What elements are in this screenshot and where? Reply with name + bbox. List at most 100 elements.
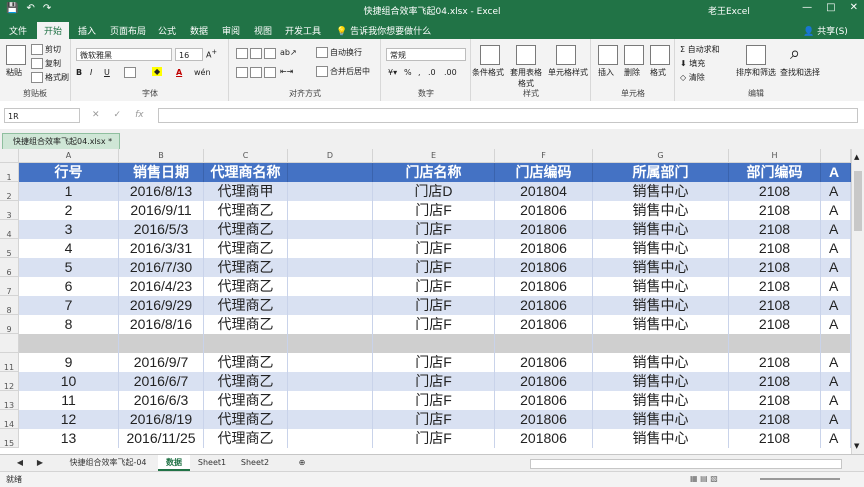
magnifier-icon[interactable]: ⌕ [790,43,800,64]
table-cell[interactable]: 门店F [373,353,495,372]
table-cell[interactable] [729,334,821,353]
tab-insert[interactable]: 插入 [78,24,96,37]
column-header-e[interactable]: E [373,149,495,163]
name-box[interactable]: 1R [4,108,80,123]
insert-cells-icon[interactable] [598,45,618,65]
table-cell[interactable]: 201806 [495,239,593,258]
table-cell[interactable]: 门店F [373,391,495,410]
sort-filter-button[interactable]: 排序和筛选 [736,67,776,78]
table-cell[interactable]: 代理商乙 [204,372,288,391]
table-cell[interactable]: 2016/4/23 [119,277,204,296]
table-cell[interactable]: 门店D [373,182,495,201]
table-cell[interactable] [204,334,288,353]
table-cell[interactable]: 销售中心 [593,391,729,410]
table-cell[interactable]: A [821,353,851,372]
formula-input[interactable] [158,108,858,123]
table-cell[interactable]: 2 [19,201,119,220]
insert-function-icon[interactable]: fx [135,110,144,120]
table-cell[interactable]: 2108 [729,353,821,372]
table-cell[interactable]: 2016/9/29 [119,296,204,315]
table-cell[interactable]: 12 [19,410,119,429]
table-cell[interactable]: 201806 [495,201,593,220]
row-header[interactable]: 11 [0,353,19,372]
column-header-d[interactable]: D [288,149,373,163]
indent-icon[interactable]: ⇤⇥ [280,67,293,76]
table-cell[interactable]: A [821,410,851,429]
share-button[interactable]: 👤 共享(S) [803,24,848,37]
table-cell[interactable]: A [821,201,851,220]
tab-view[interactable]: 视图 [254,24,272,37]
table-cell[interactable]: 2016/3/31 [119,239,204,258]
delete-cells-icon[interactable] [624,45,644,65]
grow-font-icon[interactable]: A+ [206,48,217,60]
borders-icon[interactable] [124,67,138,78]
table-cell[interactable]: 销售中心 [593,277,729,296]
header-cell[interactable]: 销售日期 [119,163,204,182]
table-cell[interactable] [288,334,373,353]
zoom-slider[interactable] [760,478,840,480]
percent-button[interactable]: % [404,68,412,77]
table-cell[interactable]: 销售中心 [593,410,729,429]
table-cell[interactable]: 销售中心 [593,182,729,201]
merge-center-button[interactable]: 合并后居中 [316,66,370,77]
tab-page-layout[interactable]: 页面布局 [110,24,146,37]
underline-button[interactable]: U [104,68,110,77]
table-cell[interactable]: 代理商乙 [204,239,288,258]
table-cell[interactable] [288,220,373,239]
table-cell[interactable]: 8 [19,315,119,334]
table-cell[interactable] [288,391,373,410]
table-cell[interactable]: 2108 [729,182,821,201]
table-cell[interactable]: 2016/9/11 [119,201,204,220]
header-cell[interactable]: 部门编码 [729,163,821,182]
sheet-tab-sheet1[interactable]: Sheet1 [192,455,232,471]
sheet-tab-data[interactable]: 数据 [158,455,190,471]
phonetic-button[interactable]: wén [194,68,211,77]
column-header-f[interactable]: F [495,149,593,163]
table-cell[interactable] [821,334,851,353]
increase-decimal-button[interactable]: .0 [428,68,436,77]
header-cell[interactable] [288,163,373,182]
table-cell[interactable]: 销售中心 [593,201,729,220]
table-cell[interactable]: 201806 [495,372,593,391]
cell-styles-icon[interactable] [556,45,576,65]
table-cell[interactable]: 7 [19,296,119,315]
format-cells-icon[interactable] [650,45,670,65]
font-color-button[interactable]: A [176,68,182,77]
fill-color-icon[interactable]: ◆ [152,67,163,76]
table-cell[interactable]: 201806 [495,353,593,372]
bold-button[interactable]: B [76,68,82,77]
table-cell[interactable]: 销售中心 [593,353,729,372]
table-cell[interactable]: 2108 [729,391,821,410]
table-cell[interactable]: 2016/7/30 [119,258,204,277]
sheet-nav-right-icon[interactable]: ▶ [34,455,46,471]
table-cell[interactable]: 2108 [729,258,821,277]
wrap-text-button[interactable]: 自动换行 [316,47,362,58]
column-header-a[interactable]: A [19,149,119,163]
row-header[interactable]: 3 [0,201,19,220]
scroll-thumb[interactable] [854,171,862,231]
user-name[interactable]: 老王Excel [708,4,750,17]
table-cell[interactable]: 1 [19,182,119,201]
table-cell[interactable]: 2108 [729,315,821,334]
table-cell[interactable]: 2108 [729,410,821,429]
table-cell[interactable]: 销售中心 [593,372,729,391]
table-cell[interactable]: 代理商乙 [204,220,288,239]
table-cell[interactable] [288,201,373,220]
conditional-format-icon[interactable] [480,45,500,65]
header-cell[interactable]: 门店编码 [495,163,593,182]
table-cell[interactable]: 代理商乙 [204,391,288,410]
table-cell[interactable]: 销售中心 [593,239,729,258]
table-cell[interactable]: 10 [19,372,119,391]
table-cell[interactable] [288,296,373,315]
table-cell[interactable] [288,239,373,258]
tab-developer[interactable]: 开发工具 [285,24,321,37]
table-cell[interactable]: 201806 [495,258,593,277]
table-cell[interactable]: 2108 [729,239,821,258]
autosum-button[interactable]: Σ 自动求和 [680,44,720,55]
table-cell[interactable]: 销售中心 [593,315,729,334]
table-cell[interactable]: 代理商乙 [204,429,288,448]
horizontal-scrollbar[interactable] [530,459,842,469]
row-header[interactable]: 4 [0,220,19,239]
table-cell[interactable]: 201806 [495,429,593,448]
italic-button[interactable]: I [90,68,92,77]
